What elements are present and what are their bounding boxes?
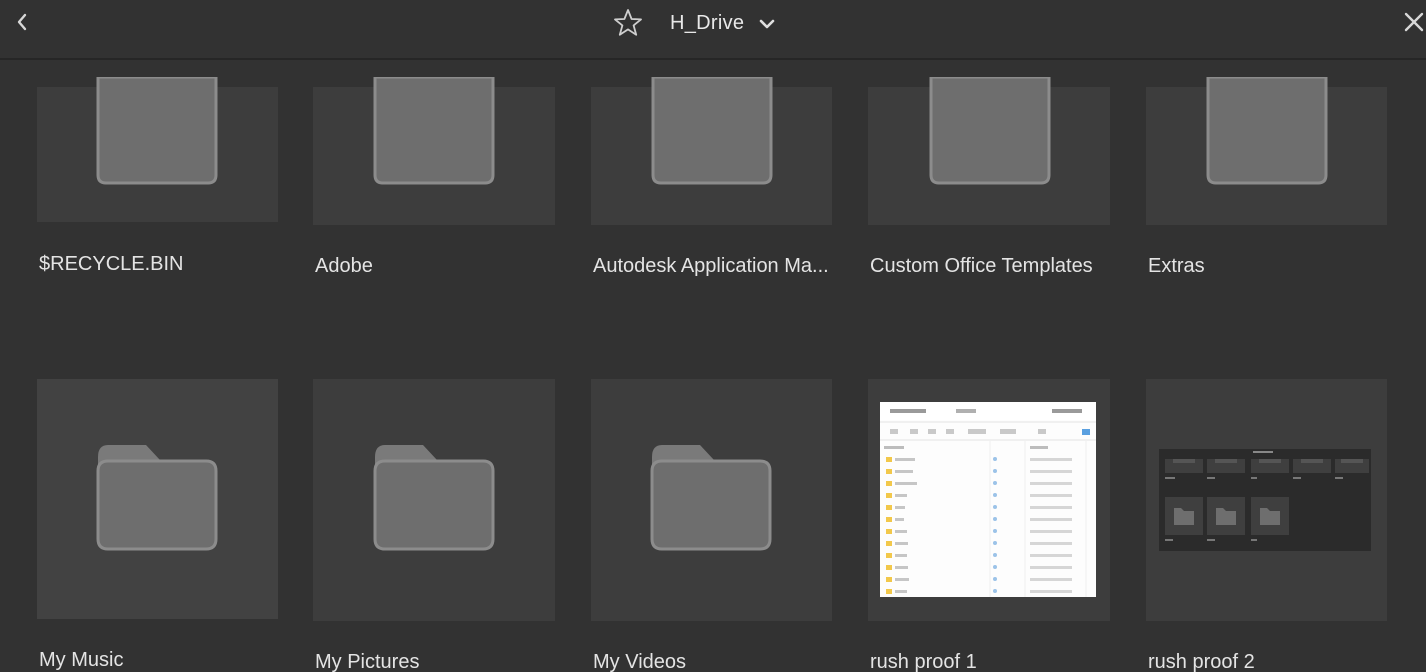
folder-thumbnail <box>591 379 832 621</box>
folder-icon <box>929 77 1051 185</box>
folder-thumbnail <box>868 77 1110 225</box>
image-thumbnail <box>868 379 1110 621</box>
folder-thumbnail <box>313 379 555 621</box>
folder-thumbnail <box>1146 77 1387 225</box>
folder-name: Autodesk Application Ma... <box>593 255 829 277</box>
screenshot-preview <box>1159 449 1371 551</box>
folder-name: Custom Office Templates <box>870 255 1093 277</box>
top-bar: H_Drive <box>0 0 1426 60</box>
folder-icon <box>373 445 495 551</box>
folder-thumbnail <box>313 77 555 225</box>
location-title[interactable]: H_Drive <box>670 12 744 35</box>
explorer-preview-graphic <box>880 402 1096 597</box>
screenshot-preview <box>880 402 1096 597</box>
location-dropdown-button[interactable] <box>758 15 776 33</box>
star-outline-icon <box>614 9 642 36</box>
chevron-down-icon <box>760 19 775 29</box>
back-button[interactable] <box>10 8 34 36</box>
favorite-button[interactable] <box>612 7 644 39</box>
folder-name: My Pictures <box>315 651 420 672</box>
folder-icon <box>650 445 772 551</box>
file-name: rush proof 1 <box>870 651 977 672</box>
close-button[interactable] <box>1402 8 1426 36</box>
browser-preview-graphic <box>1159 449 1371 551</box>
image-thumbnail <box>1146 379 1387 621</box>
folder-name: $RECYCLE.BIN <box>39 253 184 275</box>
folder-name: Adobe <box>315 255 373 277</box>
folder-icon <box>96 77 218 185</box>
close-icon <box>1404 12 1424 32</box>
folder-icon <box>373 77 495 185</box>
file-grid: $RECYCLE.BIN Adobe Autodesk Application … <box>0 60 1426 672</box>
file-name: rush proof 2 <box>1148 651 1255 672</box>
folder-icon <box>1206 77 1328 185</box>
location-selector: H_Drive <box>612 6 776 40</box>
folder-name: My Music <box>39 649 124 671</box>
folder-name: My Videos <box>593 651 687 672</box>
folder-icon <box>96 445 218 551</box>
folder-thumbnail <box>37 77 278 222</box>
chevron-left-icon <box>17 13 27 31</box>
folder-thumbnail <box>591 77 832 225</box>
folder-thumbnail <box>37 379 278 619</box>
folder-icon <box>651 77 773 185</box>
folder-name: Extras <box>1148 255 1205 277</box>
